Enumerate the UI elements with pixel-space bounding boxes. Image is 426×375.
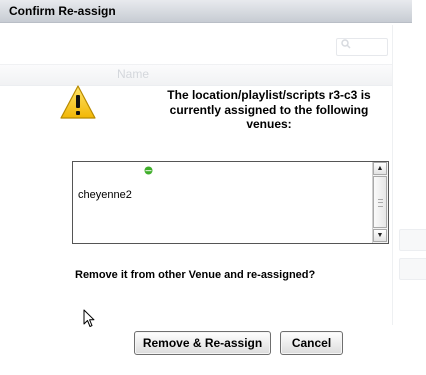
reassign-question: Remove it from other Venue and re-assign… <box>75 269 316 281</box>
background-column-header-name: Name <box>117 67 150 81</box>
mouse-pointer-icon <box>83 309 95 327</box>
scroll-down-button[interactable]: ▼ <box>373 229 387 242</box>
background-side-button <box>399 229 426 251</box>
venue-list-scrollbar[interactable]: ▲ ▼ <box>372 162 388 243</box>
green-status-dot-icon <box>144 166 153 175</box>
scrollbar-thumb[interactable] <box>373 176 387 228</box>
background-divider <box>392 25 393 325</box>
venue-list-item[interactable]: cheyenne2 <box>78 189 132 201</box>
venue-listbox[interactable]: cheyenne2 ▲ ▼ <box>72 161 389 244</box>
scroll-up-button[interactable]: ▲ <box>373 162 387 175</box>
cancel-button[interactable]: Cancel <box>280 331 343 355</box>
background-side-button <box>399 258 426 280</box>
warning-icon <box>60 85 96 119</box>
scrollbar-grip-icon <box>378 199 383 207</box>
search-icon <box>341 39 351 49</box>
remove-reassign-button[interactable]: Remove & Re-assign <box>134 331 271 355</box>
dialog-title: Confirm Re-assign <box>9 4 116 18</box>
background-table-header <box>0 64 392 86</box>
dialog-message: The location/playlist/scripts r3-c3 is c… <box>167 88 371 131</box>
